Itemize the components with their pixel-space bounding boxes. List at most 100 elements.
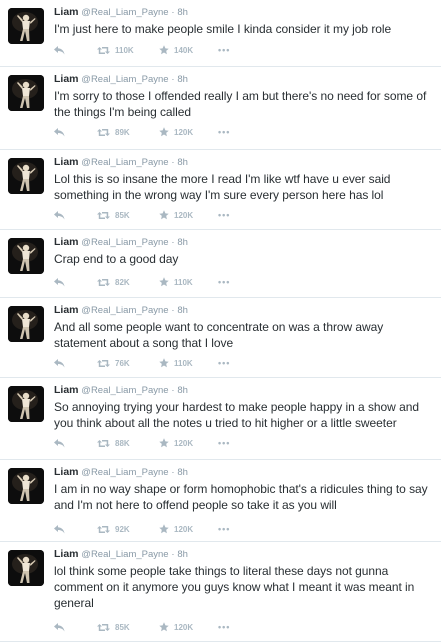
avatar[interactable] <box>8 386 44 422</box>
tweet-actions: 85K 120K ••• <box>54 208 230 222</box>
more-dots-icon: ••• <box>218 277 231 287</box>
reply-button[interactable] <box>54 438 92 448</box>
author-name[interactable]: Liam <box>54 156 79 168</box>
favorite-button[interactable]: 120K <box>154 438 218 448</box>
author-handle[interactable]: @Real_Liam_Payne <box>81 467 168 478</box>
reply-button[interactable] <box>54 45 92 55</box>
separator-dot: · <box>171 74 175 85</box>
author-name[interactable]: Liam <box>54 384 79 396</box>
separator-dot: · <box>171 385 175 396</box>
author-handle[interactable]: @Real_Liam_Payne <box>81 7 168 18</box>
reply-icon <box>54 524 65 534</box>
tweet-header: Liam @Real_Liam_Payne · 8h <box>54 548 435 561</box>
timestamp[interactable]: 8h <box>177 157 188 168</box>
tweet-text: I'm just here to make people smile I kin… <box>54 22 392 36</box>
favorite-count: 110K <box>174 277 193 287</box>
retweet-button[interactable]: 85K <box>92 211 154 220</box>
tweet[interactable]: Liam @Real_Liam_Payne · 8h I'm sorry to … <box>0 67 441 150</box>
author-name[interactable]: Liam <box>54 6 79 18</box>
avatar[interactable] <box>8 306 44 342</box>
timestamp[interactable]: 8h <box>177 7 188 18</box>
more-button[interactable]: ••• <box>218 524 230 534</box>
more-button[interactable]: ••• <box>218 358 230 368</box>
more-button[interactable]: ••• <box>218 438 230 448</box>
author-name[interactable]: Liam <box>54 548 79 560</box>
reply-icon <box>54 45 65 55</box>
retweet-button[interactable]: 82K <box>92 278 154 287</box>
tweet-actions: 76K 110K ••• <box>54 356 230 370</box>
separator-dot: · <box>171 157 175 168</box>
retweet-button[interactable]: 88K <box>92 439 154 448</box>
tweet[interactable]: Liam @Real_Liam_Payne · 8h I am in no wa… <box>0 460 441 542</box>
author-name[interactable]: Liam <box>54 466 79 478</box>
tweet[interactable]: Liam @Real_Liam_Payne · 8h Crap end to a… <box>0 230 441 298</box>
author-name[interactable]: Liam <box>54 236 79 248</box>
timestamp[interactable]: 8h <box>177 549 188 560</box>
more-dots-icon: ••• <box>218 524 231 534</box>
retweet-button[interactable]: 76K <box>92 359 154 368</box>
reply-button[interactable] <box>54 277 92 287</box>
tweet-header: Liam @Real_Liam_Payne · 8h <box>54 156 435 169</box>
favorite-button[interactable]: 120K <box>154 210 218 220</box>
tweet-text: Crap end to a good day <box>54 252 179 266</box>
tweet[interactable]: Liam @Real_Liam_Payne · 8h lol think som… <box>0 542 441 642</box>
tweet-text: So annoying trying your hardest to make … <box>54 400 419 430</box>
tweet-text: And all some people want to concentrate … <box>54 320 384 350</box>
author-handle[interactable]: @Real_Liam_Payne <box>81 74 168 85</box>
reply-button[interactable] <box>54 524 92 534</box>
retweet-button[interactable]: 85K <box>92 623 154 632</box>
avatar[interactable] <box>8 8 44 44</box>
timestamp[interactable]: 8h <box>177 74 188 85</box>
author-name[interactable]: Liam <box>54 304 79 316</box>
favorite-button[interactable]: 140K <box>154 45 218 55</box>
retweet-count: 89K <box>115 127 130 137</box>
favorite-button[interactable]: 110K <box>154 277 218 287</box>
star-icon <box>159 45 169 55</box>
author-handle[interactable]: @Real_Liam_Payne <box>81 305 168 316</box>
tweet-content: Liam @Real_Liam_Payne · 8h Crap end to a… <box>54 236 435 267</box>
reply-icon <box>54 210 65 220</box>
timestamp[interactable]: 8h <box>177 305 188 316</box>
tweet-header: Liam @Real_Liam_Payne · 8h <box>54 73 435 86</box>
author-name[interactable]: Liam <box>54 73 79 85</box>
timestamp[interactable]: 8h <box>177 237 188 248</box>
author-handle[interactable]: @Real_Liam_Payne <box>81 385 168 396</box>
tweet-content: Liam @Real_Liam_Payne · 8h And all some … <box>54 304 435 351</box>
more-button[interactable]: ••• <box>218 277 230 287</box>
favorite-button[interactable]: 120K <box>154 524 218 534</box>
star-icon <box>159 358 169 368</box>
more-button[interactable]: ••• <box>218 127 230 137</box>
favorite-button[interactable]: 110K <box>154 358 218 368</box>
timestamp[interactable]: 8h <box>177 467 188 478</box>
retweet-button[interactable]: 92K <box>92 525 154 534</box>
author-handle[interactable]: @Real_Liam_Payne <box>81 237 168 248</box>
tweet[interactable]: Liam @Real_Liam_Payne · 8h So annoying t… <box>0 378 441 460</box>
more-button[interactable]: ••• <box>218 622 230 632</box>
avatar[interactable] <box>8 550 44 586</box>
separator-dot: · <box>171 305 175 316</box>
tweet-content: Liam @Real_Liam_Payne · 8h lol think som… <box>54 548 435 611</box>
more-button[interactable]: ••• <box>218 210 230 220</box>
avatar[interactable] <box>8 75 44 111</box>
more-button[interactable]: ••• <box>218 45 230 55</box>
tweet-text: I am in no way shape or form homophobic … <box>54 482 428 512</box>
tweet[interactable]: Liam @Real_Liam_Payne · 8h I'm just here… <box>0 0 441 67</box>
reply-button[interactable] <box>54 127 92 137</box>
avatar[interactable] <box>8 238 44 274</box>
reply-button[interactable] <box>54 358 92 368</box>
retweet-button[interactable]: 110K <box>92 46 154 55</box>
author-handle[interactable]: @Real_Liam_Payne <box>81 157 168 168</box>
tweet-content: Liam @Real_Liam_Payne · 8h I'm sorry to … <box>54 73 435 120</box>
favorite-button[interactable]: 120K <box>154 622 218 632</box>
favorite-button[interactable]: 120K <box>154 127 218 137</box>
tweet[interactable]: Liam @Real_Liam_Payne · 8h And all some … <box>0 298 441 378</box>
author-handle[interactable]: @Real_Liam_Payne <box>81 549 168 560</box>
reply-button[interactable] <box>54 622 92 632</box>
reply-button[interactable] <box>54 210 92 220</box>
retweet-button[interactable]: 89K <box>92 128 154 137</box>
avatar[interactable] <box>8 468 44 504</box>
tweet[interactable]: Liam @Real_Liam_Payne · 8h Lol this is s… <box>0 150 441 230</box>
avatar[interactable] <box>8 158 44 194</box>
tweet-header: Liam @Real_Liam_Payne · 8h <box>54 6 435 19</box>
timestamp[interactable]: 8h <box>177 385 188 396</box>
